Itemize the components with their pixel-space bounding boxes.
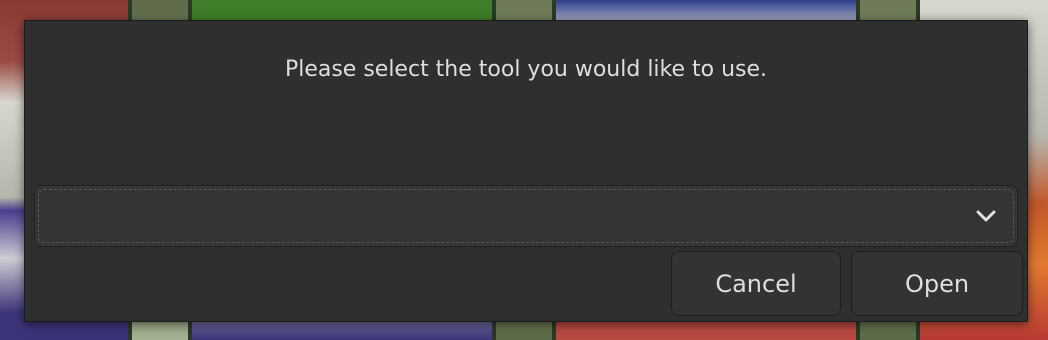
dialog-message: Please select the tool you would like to…: [284, 57, 768, 82]
tool-select-dialog: Please select the tool you would like to…: [24, 20, 1028, 322]
focus-ring: [38, 189, 1014, 243]
tool-select-combobox[interactable]: [34, 185, 1018, 247]
cancel-button[interactable]: Cancel: [671, 251, 841, 316]
open-button[interactable]: Open: [851, 251, 1023, 316]
chevron-down-icon[interactable]: [975, 208, 997, 224]
